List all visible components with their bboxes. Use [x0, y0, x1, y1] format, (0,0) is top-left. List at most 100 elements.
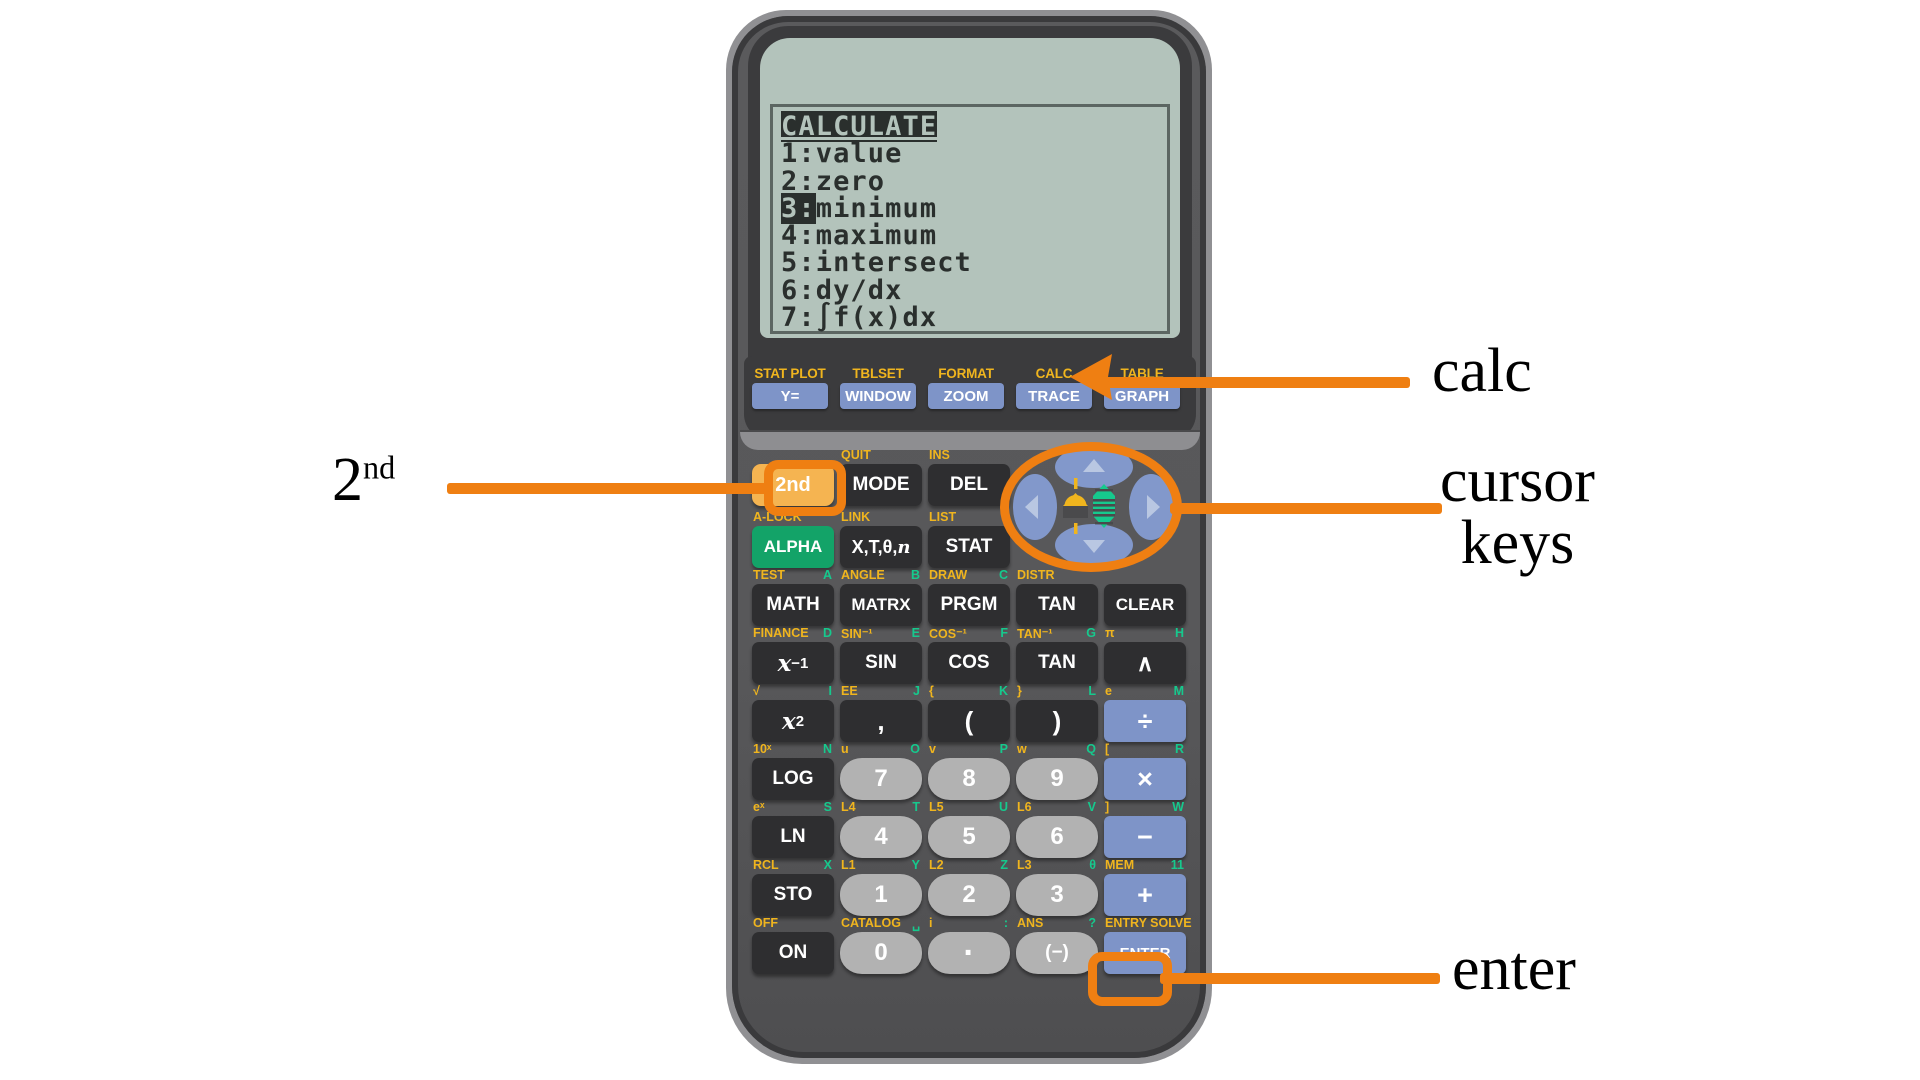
key-face-log: LOG [752, 758, 834, 800]
key-key[interactable]: ANS? (−) [1016, 916, 1098, 974]
key-tan[interactable]: DISTR TAN [1016, 568, 1098, 626]
key-second-label: ANS [1017, 916, 1044, 930]
lcd-menu-item[interactable]: 6:dy/dx [781, 276, 1167, 304]
key-2[interactable]: L2 Z 2 [928, 858, 1010, 916]
key-mode[interactable]: QUIT MODE [840, 448, 922, 506]
key-key[interactable]: e M ÷ [1104, 684, 1186, 742]
key-face-matrx: MATRX [840, 584, 922, 626]
key-key[interactable]: ] W − [1104, 800, 1186, 858]
key-alpha-label: O [910, 742, 920, 756]
key-1[interactable]: L1 Y 1 [840, 858, 922, 916]
key-alpha-label: Z [1000, 858, 1008, 872]
key-second-label: SIN⁻¹ [841, 627, 873, 641]
key-key[interactable]: π H ∧ [1104, 626, 1186, 684]
key-second-label: CATALOG [841, 916, 901, 930]
key-above-labels: QUIT [840, 448, 922, 464]
lcd-menu-item[interactable]: 7:∫f(x)dx [781, 304, 1167, 332]
key-above-labels: } L [1016, 684, 1098, 700]
key-above-labels: πH [1104, 626, 1186, 642]
key-alpha-label: C [998, 568, 1008, 582]
key-key[interactable]: [R × [1104, 742, 1186, 800]
key-face-x-t-n: X,T,θ, n [840, 526, 922, 568]
key-second-label: L3 [1017, 858, 1032, 872]
key-alpha-label: Y [911, 858, 920, 872]
key-key[interactable]: } L) [1016, 684, 1098, 742]
key-alpha-label: H [1174, 626, 1184, 640]
key-x-t-n[interactable]: LINK X,T,θ, n [840, 510, 922, 568]
key-tan[interactable]: TAN⁻¹ G TAN [1016, 626, 1098, 684]
lcd-menu-item[interactable]: 4:maximum [781, 222, 1167, 250]
key-alpha[interactable]: A-LOCK ALPHA [752, 510, 834, 568]
key-3[interactable]: L3 θ 3 [1016, 858, 1098, 916]
key-alpha-label: M [1173, 684, 1184, 698]
key-key[interactable]: {K( [928, 684, 1010, 742]
function-key-y-[interactable]: STAT PLOT Y= [752, 366, 828, 409]
key-cos[interactable]: COS⁻¹ F COS [928, 626, 1010, 684]
function-key-window[interactable]: TBLSET WINDOW [840, 366, 916, 409]
key-ln[interactable]: eˣ S LN [752, 800, 834, 858]
key-del[interactable]: INS DEL [928, 448, 1010, 506]
key-above-labels: SIN⁻¹ E [840, 626, 922, 642]
key-second-label: COS⁻¹ [929, 627, 967, 641]
key-second-label: LIST [929, 510, 957, 524]
key-face-ln: LN [752, 816, 834, 858]
key-8[interactable]: vP8 [928, 742, 1010, 800]
cursor-left-key[interactable] [1013, 474, 1057, 540]
key-enter[interactable]: ENTRY SOLVE ENTER [1104, 916, 1192, 974]
key-on[interactable]: OFF ON [752, 916, 834, 974]
key-x[interactable]: FINANCE Dx −1 [752, 626, 834, 684]
key-4[interactable]: L4 T 4 [840, 800, 922, 858]
key-key[interactable]: EE J, [840, 684, 922, 742]
key-face-key: ÷ [1104, 700, 1186, 742]
key-face-clear: CLEAR [1104, 584, 1186, 626]
key-face-2: 2 [928, 874, 1010, 916]
key-stat[interactable]: LIST STAT [928, 510, 1010, 568]
key-face-mode: MODE [840, 464, 922, 506]
key-second-label: i [929, 916, 933, 930]
key-face-del: DEL [928, 464, 1010, 506]
second-leader-line [447, 483, 769, 494]
key-7[interactable]: uO7 [840, 742, 922, 800]
key-key[interactable]: MEM 11 + [1104, 858, 1186, 916]
cursor-right-key[interactable] [1129, 474, 1173, 540]
lcd-menu-item[interactable]: 1:value [781, 140, 1167, 168]
lcd-menu-item[interactable]: 3:minimum [781, 192, 1167, 224]
key-second-label: L6 [1017, 800, 1032, 814]
key-alpha-label: 11 [1170, 858, 1184, 872]
lcd-menu-item[interactable]: 2:zero [781, 167, 1167, 195]
key-above-labels: LINK [840, 510, 922, 526]
key-key[interactable]: i: · [928, 916, 1010, 974]
key-2nd[interactable]: 2nd [752, 448, 834, 506]
key-above-labels: INS [928, 448, 1010, 464]
key-second-label: INS [929, 448, 950, 462]
key-face-key: (−) [1016, 932, 1098, 974]
lcd-menu-item[interactable]: 5:intersect [781, 249, 1167, 277]
key-second-label: L5 [929, 800, 944, 814]
key-sto[interactable]: RCL X STO [752, 858, 834, 916]
key-x[interactable]: √ Ix 2 [752, 684, 834, 742]
function-key-zoom[interactable]: FORMAT ZOOM [928, 366, 1004, 409]
key-alpha-label: ? [1088, 916, 1096, 930]
key-face-enter: ENTER [1104, 932, 1186, 974]
key-second-label: L1 [841, 858, 856, 872]
key-prgm[interactable]: DRAW C PRGM [928, 568, 1010, 626]
key-5[interactable]: L5 U 5 [928, 800, 1010, 858]
key-above-labels: OFF [752, 916, 834, 932]
function-key-second-label: FORMAT [938, 366, 994, 381]
key-face-cos: COS [928, 642, 1010, 684]
key-sin[interactable]: SIN⁻¹ E SIN [840, 626, 922, 684]
key-alpha-label: Q [1086, 742, 1096, 756]
key-second-label: ENTRY SOLVE [1105, 916, 1192, 930]
key-6[interactable]: L6 V 6 [1016, 800, 1098, 858]
key-second-label: w [1017, 742, 1027, 756]
key-math[interactable]: TEST A MATH [752, 568, 834, 626]
key-second-label: A-LOCK [753, 510, 802, 524]
key-9[interactable]: wQ9 [1016, 742, 1098, 800]
key-log[interactable]: 10ˣ N LOG [752, 742, 834, 800]
key-above-labels: L6 V [1016, 800, 1098, 816]
key-above-labels: [R [1104, 742, 1186, 758]
key-0[interactable]: CATALOG ␣ 0 [840, 916, 922, 974]
key-above-labels: A-LOCK [752, 510, 834, 526]
key-matrx[interactable]: ANGLE B MATRX [840, 568, 922, 626]
key-clear[interactable]: CLEAR [1104, 568, 1186, 626]
